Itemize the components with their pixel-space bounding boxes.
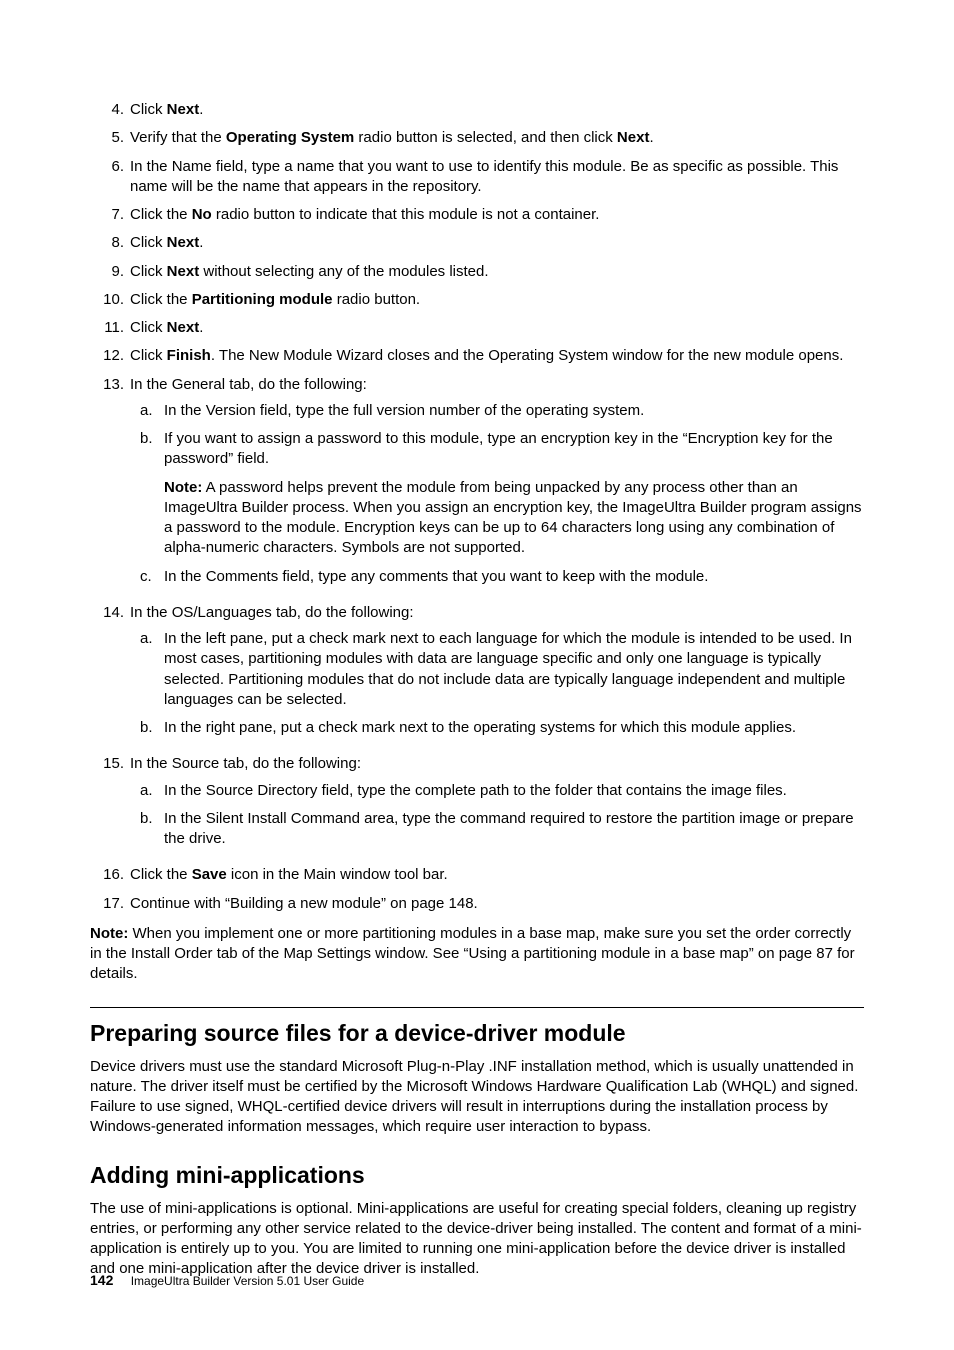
sub-content: In the Source Directory field, type the … [164, 781, 864, 801]
step-content: Click the Save icon in the Main window t… [130, 865, 864, 885]
step-content: Click the No radio button to indicate th… [130, 205, 864, 225]
step-content: In the OS/Languages tab, do the followin… [130, 603, 864, 747]
step-number: 14. [90, 603, 130, 747]
step-4: 4. Click Next. [90, 100, 864, 120]
note-text: When you implement one or more partition… [90, 925, 855, 983]
step-content: Click Next. [130, 233, 864, 253]
sub-content: In the Comments field, type any comments… [164, 567, 864, 587]
step-5: 5. Verify that the Operating System radi… [90, 128, 864, 148]
sub-letter: a. [140, 401, 164, 421]
sub-content: If you want to assign a password to this… [164, 429, 864, 559]
step-14a: a. In the left pane, put a check mark ne… [140, 629, 864, 710]
section-paragraph: Device drivers must use the standard Mic… [90, 1057, 864, 1138]
step-10: 10. Click the Partitioning module radio … [90, 290, 864, 310]
sub-content: In the Silent Install Command area, type… [164, 809, 864, 850]
step-14: 14. In the OS/Languages tab, do the foll… [90, 603, 864, 747]
step-content: In the General tab, do the following: a.… [130, 375, 864, 595]
section-paragraph: The use of mini-applications is optional… [90, 1199, 864, 1280]
step-13b: b. If you want to assign a password to t… [140, 429, 864, 559]
bottom-note: Note: When you implement one or more par… [90, 924, 864, 985]
step-11: 11. Click Next. [90, 318, 864, 338]
step-13c: c. In the Comments field, type any comme… [140, 567, 864, 587]
step-number: 15. [90, 754, 130, 857]
step-14b: b. In the right pane, put a check mark n… [140, 718, 864, 738]
section-heading-device-driver: Preparing source files for a device-driv… [90, 1018, 864, 1049]
step-15b: b. In the Silent Install Command area, t… [140, 809, 864, 850]
step-content: In the Source tab, do the following: a. … [130, 754, 864, 857]
step-number: 16. [90, 865, 130, 885]
step-number: 13. [90, 375, 130, 595]
sub-steps: a. In the Source Directory field, type t… [130, 781, 864, 850]
step-16: 16. Click the Save icon in the Main wind… [90, 865, 864, 885]
step-number: 9. [90, 262, 130, 282]
step-number: 5. [90, 128, 130, 148]
step-13a: a. In the Version field, type the full v… [140, 401, 864, 421]
note-label: Note: [90, 925, 128, 942]
step-15: 15. In the Source tab, do the following:… [90, 754, 864, 857]
sub-letter: b. [140, 718, 164, 738]
page-footer: 142 ImageUltra Builder Version 5.01 User… [90, 1271, 364, 1290]
step-content: Click the Partitioning module radio butt… [130, 290, 864, 310]
step-number: 11. [90, 318, 130, 338]
sub-letter: a. [140, 781, 164, 801]
sub-steps: a. In the left pane, put a check mark ne… [130, 629, 864, 738]
sub-letter: a. [140, 629, 164, 710]
numbered-steps: 4. Click Next. 5. Verify that the Operat… [90, 100, 864, 914]
sub-letter: c. [140, 567, 164, 587]
sub-letter: b. [140, 809, 164, 850]
step-9: 9. Click Next without selecting any of t… [90, 262, 864, 282]
step-content: Click Next without selecting any of the … [130, 262, 864, 282]
step-6: 6. In the Name field, type a name that y… [90, 157, 864, 198]
step-content: Continue with “Building a new module” on… [130, 894, 864, 914]
step-17: 17. Continue with “Building a new module… [90, 894, 864, 914]
step-13: 13. In the General tab, do the following… [90, 375, 864, 595]
step-number: 10. [90, 290, 130, 310]
page: 4. Click Next. 5. Verify that the Operat… [0, 0, 954, 1350]
sub-letter: b. [140, 429, 164, 559]
section-heading-mini-applications: Adding mini-applications [90, 1160, 864, 1191]
note-label: Note: [164, 479, 202, 496]
step-12: 12. Click Finish. The New Module Wizard … [90, 346, 864, 366]
step-content: Verify that the Operating System radio b… [130, 128, 864, 148]
step-content: Click Finish. The New Module Wizard clos… [130, 346, 864, 366]
step-number: 17. [90, 894, 130, 914]
step-number: 4. [90, 100, 130, 120]
step-number: 8. [90, 233, 130, 253]
step-number: 12. [90, 346, 130, 366]
sub-content: In the left pane, put a check mark next … [164, 629, 864, 710]
sub-steps: a. In the Version field, type the full v… [130, 401, 864, 587]
note-block: Note: A password helps prevent the modul… [164, 478, 864, 559]
step-number: 6. [90, 157, 130, 198]
page-number: 142 [90, 1272, 113, 1288]
sub-content: In the right pane, put a check mark next… [164, 718, 864, 738]
note-text: A password helps prevent the module from… [164, 479, 862, 557]
step-8: 8. Click Next. [90, 233, 864, 253]
section-rule [90, 1007, 864, 1008]
step-content: Click Next. [130, 100, 864, 120]
step-7: 7. Click the No radio button to indicate… [90, 205, 864, 225]
step-number: 7. [90, 205, 130, 225]
step-content: In the Name field, type a name that you … [130, 157, 864, 198]
step-content: Click Next. [130, 318, 864, 338]
sub-content: In the Version field, type the full vers… [164, 401, 864, 421]
book-title: ImageUltra Builder Version 5.01 User Gui… [131, 1274, 364, 1288]
step-15a: a. In the Source Directory field, type t… [140, 781, 864, 801]
